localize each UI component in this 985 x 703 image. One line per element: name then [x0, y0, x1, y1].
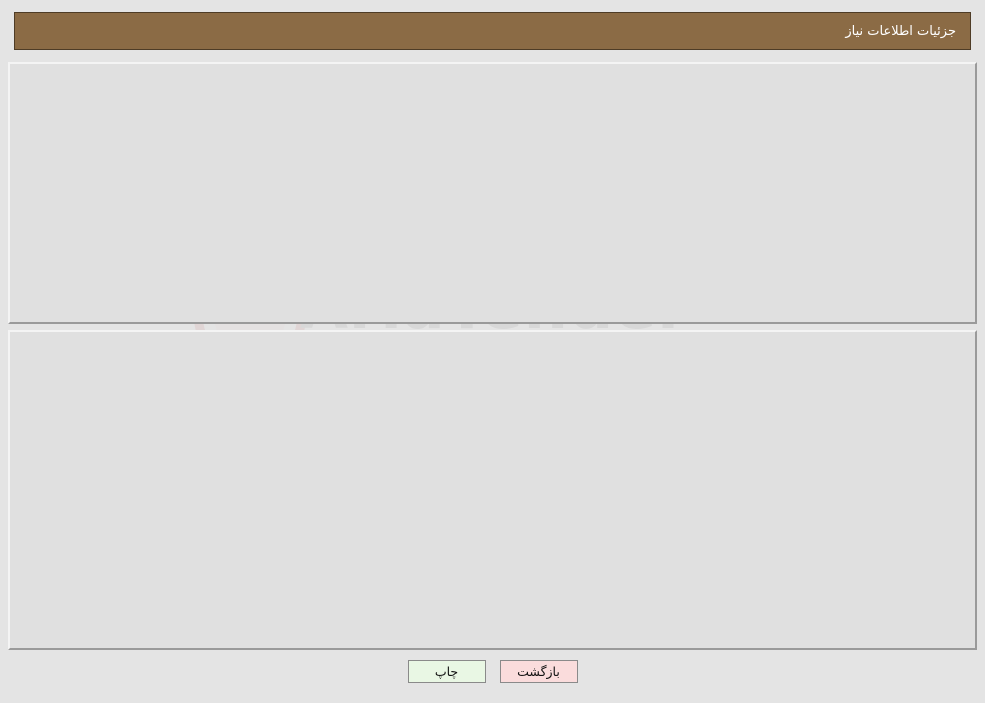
page-root: AriaTender جزئیات اطلاعات نیاز شماره نیا… [0, 0, 985, 703]
need-info-panel [8, 62, 977, 324]
page-title-text: جزئیات اطلاعات نیاز [845, 23, 956, 39]
page-title: جزئیات اطلاعات نیاز [14, 12, 971, 50]
need-details-panel [8, 330, 977, 650]
action-buttons: بازگشت چاپ [0, 660, 985, 683]
back-button[interactable]: بازگشت [499, 660, 578, 683]
print-button[interactable]: چاپ [407, 660, 486, 683]
